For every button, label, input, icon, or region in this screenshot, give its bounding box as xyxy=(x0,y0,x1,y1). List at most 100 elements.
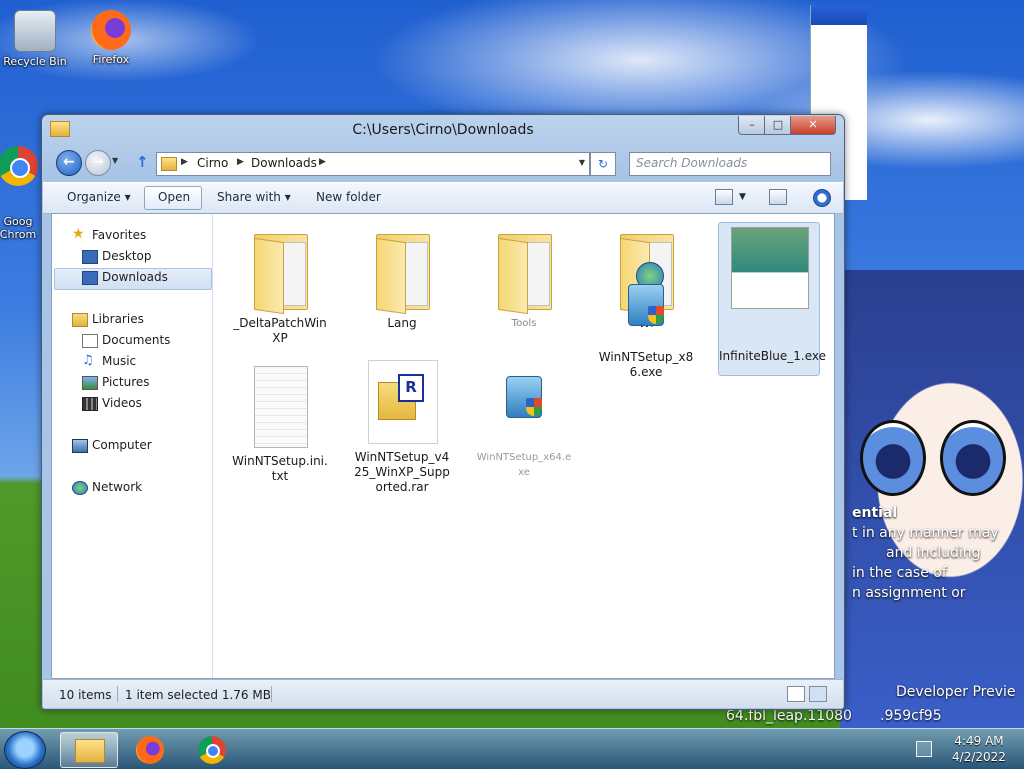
list-item-selected[interactable]: InfiniteBlue_1.exe xyxy=(718,222,827,376)
desktop-icon xyxy=(82,250,98,264)
folder-icon xyxy=(362,222,442,315)
list-item[interactable]: WinNTSetup_x64.exe xyxy=(474,356,574,480)
wallpaper-text: 64.fbl_leap.11080 xyxy=(726,708,852,724)
window-title: C:\Users\Cirno\Downloads xyxy=(352,122,534,138)
nav-item-computer[interactable]: Computer xyxy=(72,438,152,453)
details-view-icon[interactable] xyxy=(787,686,805,702)
navigation-pane: ★ Favorites Desktop Downloads Libraries … xyxy=(52,214,213,678)
nav-item-libraries[interactable]: Libraries xyxy=(72,312,144,327)
up-arrow-icon[interactable]: ↑ xyxy=(136,153,149,171)
taskbar-chrome-button[interactable] xyxy=(184,732,240,766)
folder-icon xyxy=(161,157,177,171)
back-button[interactable]: ← xyxy=(56,150,82,176)
breadcrumb-item[interactable]: Downloads xyxy=(251,156,317,170)
network-tray-icon[interactable] xyxy=(916,741,932,757)
navigation-row: ← → ▼ ↑ ▶ Cirno ▶ Downloads ▶ ▼ ↻ Search… xyxy=(42,148,844,178)
taskbar-firefox-button[interactable] xyxy=(122,732,178,766)
text-file-icon xyxy=(240,360,320,450)
wallpaper-text: .959cf95 xyxy=(880,708,942,724)
nav-item-favorites[interactable]: ★ Favorites xyxy=(72,226,147,242)
preview-pane-icon[interactable] xyxy=(769,189,787,205)
nav-label: Libraries xyxy=(92,312,144,326)
item-count: 10 items xyxy=(59,688,112,702)
wallpaper-text: ential xyxy=(852,505,898,521)
computer-icon xyxy=(72,439,88,453)
wallpaper-text: and including xyxy=(886,545,981,561)
refresh-button[interactable]: ↻ xyxy=(590,152,616,176)
chevron-right-icon[interactable]: ▶ xyxy=(181,157,188,167)
wallpaper-text: in the case of xyxy=(852,565,947,581)
desktop-icon-recycle-bin[interactable]: Recycle Bin xyxy=(0,10,70,68)
desktop-icon-chrome[interactable]: Goog Chrom xyxy=(0,120,44,254)
list-item[interactable]: _DeltaPatchWinXP xyxy=(230,222,330,346)
setup-exe-icon xyxy=(484,356,564,446)
file-name: _DeltaPatchWinXP xyxy=(233,316,327,345)
search-placeholder: Search Downloads xyxy=(636,156,748,170)
search-input[interactable]: Search Downloads xyxy=(629,152,831,176)
share-with-button[interactable]: Share with ▾ xyxy=(217,190,291,204)
nav-label: Favorites xyxy=(92,228,147,242)
new-folder-button[interactable]: New folder xyxy=(316,190,381,204)
view-dropdown-chevron-icon[interactable]: ▼ xyxy=(739,192,746,202)
nav-label: Videos xyxy=(102,396,142,410)
nav-item-pictures[interactable]: Pictures xyxy=(82,375,150,390)
nav-item-desktop[interactable]: Desktop xyxy=(82,249,152,264)
list-item[interactable]: Tools xyxy=(474,222,574,331)
open-button[interactable]: Open xyxy=(144,186,202,210)
file-name: Tools xyxy=(511,318,537,329)
music-icon: ♫ xyxy=(82,353,94,368)
pictures-icon xyxy=(82,376,98,390)
nav-item-music[interactable]: ♫ Music xyxy=(82,353,137,368)
list-item[interactable]: WinNTSetup.ini.txt xyxy=(230,360,330,484)
list-item[interactable]: WinNTSetup_x86.exe xyxy=(596,280,696,380)
close-button[interactable]: ✕ xyxy=(790,116,836,135)
nav-item-network[interactable]: Network xyxy=(72,480,142,495)
address-bar[interactable]: ▶ Cirno ▶ Downloads ▶ ▼ xyxy=(156,152,590,176)
large-icons-view-icon[interactable] xyxy=(809,686,827,702)
help-icon[interactable] xyxy=(813,189,831,207)
explorer-icon xyxy=(75,739,105,763)
videos-icon xyxy=(82,397,98,411)
file-name: WinNTSetup_x86.exe xyxy=(598,350,694,379)
nav-item-documents[interactable]: Documents xyxy=(82,333,170,348)
clock[interactable]: 4:49 AM 4/2/2022 xyxy=(944,733,1014,765)
chrome-icon xyxy=(0,146,38,186)
explorer-window: C:\Users\Cirno\Downloads – □ ✕ ← → ▼ ↑ ▶… xyxy=(41,114,845,710)
list-item[interactable]: R WinNTSetup_v425_WinXP_Supported.rar xyxy=(352,356,452,495)
desktop-icon-firefox[interactable]: Firefox xyxy=(76,10,146,66)
nav-label: Music xyxy=(102,354,137,368)
firefox-icon xyxy=(136,736,164,764)
maximize-button[interactable]: □ xyxy=(764,116,792,135)
start-button[interactable] xyxy=(4,731,46,769)
nav-label: Computer xyxy=(92,438,152,452)
recent-pages-chevron-icon[interactable]: ▼ xyxy=(112,156,118,165)
network-icon xyxy=(72,481,88,495)
minimize-button[interactable]: – xyxy=(738,116,766,135)
list-item[interactable]: Lang xyxy=(352,222,452,331)
documents-icon xyxy=(82,334,98,348)
chevron-down-icon[interactable]: ▼ xyxy=(579,158,585,167)
clock-date: 4/2/2022 xyxy=(952,750,1006,764)
chevron-right-icon[interactable]: ▶ xyxy=(319,157,326,167)
downloads-icon xyxy=(82,271,98,285)
chevron-right-icon[interactable]: ▶ xyxy=(237,157,244,167)
breadcrumb-item[interactable]: Cirno xyxy=(197,156,228,170)
nav-label: Pictures xyxy=(102,375,150,389)
title-bar[interactable]: C:\Users\Cirno\Downloads – □ ✕ xyxy=(42,115,844,145)
file-name: InfiniteBlue_1.exe xyxy=(719,349,827,363)
nav-item-videos[interactable]: Videos xyxy=(82,396,142,411)
file-name: Lang xyxy=(387,316,417,330)
taskbar-explorer-button[interactable] xyxy=(60,732,118,768)
wallpaper-eye xyxy=(860,420,926,496)
file-name: WinNTSetup.ini.txt xyxy=(232,454,328,483)
file-name: WinNTSetup_x64.exe xyxy=(476,452,572,478)
organize-button[interactable]: Organize ▾ xyxy=(67,190,131,204)
setup-exe-icon xyxy=(606,280,686,346)
forward-button[interactable]: → xyxy=(85,150,111,176)
nav-item-downloads[interactable]: Downloads xyxy=(82,270,168,285)
share-with-label: Share with xyxy=(217,190,281,204)
chrome-icon xyxy=(198,736,226,764)
file-name: WinNTSetup_v425_WinXP_Supported.rar xyxy=(354,450,450,494)
status-divider xyxy=(117,686,118,702)
change-view-icon[interactable] xyxy=(715,189,733,205)
